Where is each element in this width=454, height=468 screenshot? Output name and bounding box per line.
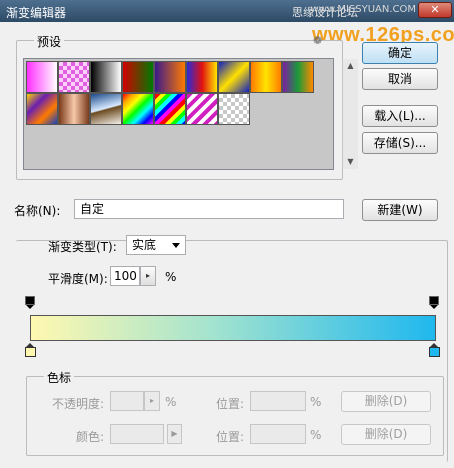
stops-label: 色标	[44, 369, 75, 386]
gradient-preview-bar[interactable]	[30, 315, 436, 341]
preset-swatch-copper[interactable]	[58, 93, 90, 125]
opacity-stepper-button[interactable]: ▸	[144, 391, 160, 411]
color-label: 颜色:	[76, 430, 105, 444]
preset-swatch-yellow-violet-orange-blue[interactable]	[26, 93, 58, 125]
preset-swatch-spectrum[interactable]	[122, 93, 154, 125]
delete-color-stop-button[interactable]: 删除(D)	[341, 424, 431, 445]
location-field[interactable]	[250, 391, 306, 411]
save-button[interactable]: 存储(S)...	[362, 132, 438, 154]
color-stop-left[interactable]	[25, 343, 36, 357]
window-title: 渐变编辑器	[6, 6, 67, 20]
smoothness-field[interactable]: 100	[110, 266, 140, 286]
preset-swatch-orange-yellow-orange[interactable]	[250, 61, 282, 93]
preset-swatch-black-white[interactable]	[90, 61, 122, 93]
preset-swatch-transparent-stripes[interactable]	[186, 93, 218, 125]
gradient-type-select[interactable]: 实底	[126, 235, 186, 255]
color-stop-right-swatch	[429, 347, 440, 357]
preset-swatch-foreground-background[interactable]	[26, 61, 58, 93]
opacity-stop-right-swatch	[429, 296, 439, 305]
new-button[interactable]: 新建(W)	[362, 199, 438, 221]
watermark-en: www.MISSYUAN.COM	[310, 4, 416, 15]
color-stop-left-swatch	[25, 347, 36, 357]
smoothness-unit: %	[165, 270, 177, 284]
preset-swatch-chrome[interactable]	[90, 93, 122, 125]
preset-swatch-blue-red-yellow[interactable]	[186, 61, 218, 93]
preset-swatch-checker-transparent[interactable]	[218, 93, 250, 125]
opacity-label: 不透明度:	[52, 397, 105, 411]
preset-swatch-foreground-transparent[interactable]	[58, 61, 90, 93]
preset-swatch-violet-orange[interactable]	[154, 61, 186, 93]
presets-menu-icon[interactable]: ❁	[313, 34, 322, 47]
close-button[interactable]: ✕	[418, 2, 452, 18]
presets-label: 预设	[34, 33, 65, 50]
opacity-stop-right-pointer	[430, 305, 438, 309]
gradient-type-value: 实底	[132, 238, 157, 252]
smoothness-label: 平滑度(M):	[48, 272, 108, 286]
cancel-button[interactable]: 取消	[362, 68, 438, 90]
color-menu-button[interactable]: ▶	[167, 424, 182, 444]
location2-label: 位置:	[216, 430, 245, 444]
preset-swatch-violet-green-orange[interactable]	[282, 61, 314, 93]
presets-list: ▲ ▼	[23, 58, 358, 170]
opacity-stop-right[interactable]	[429, 296, 439, 309]
location2-field[interactable]	[250, 424, 306, 444]
location-label: 位置:	[216, 397, 245, 411]
gradient-type-label: 渐变类型(T):	[48, 240, 117, 254]
color-swatch-field[interactable]	[110, 424, 164, 444]
opacity-unit: %	[165, 395, 177, 409]
scroll-down-icon[interactable]: ▼	[343, 155, 358, 169]
name-label: 名称(N):	[14, 204, 61, 218]
opacity-stop-left-pointer	[26, 305, 34, 309]
delete-opacity-stop-button[interactable]: 删除(D)	[341, 391, 431, 412]
presets-scrollbar[interactable]: ▲ ▼	[342, 59, 358, 169]
load-button[interactable]: 载入(L)...	[362, 105, 438, 127]
location2-unit: %	[310, 428, 322, 442]
smoothness-stepper-button[interactable]: ▸	[140, 266, 156, 286]
preset-swatch-transparent-rainbow[interactable]	[154, 93, 186, 125]
chevron-down-icon	[172, 243, 180, 248]
color-stop-right[interactable]	[429, 343, 440, 357]
location-unit: %	[310, 395, 322, 409]
title-bar: 渐变编辑器 思缘设计论坛 www.MISSYUAN.COM ✕	[0, 0, 454, 22]
opacity-stop-left[interactable]	[25, 296, 35, 309]
ok-button[interactable]: 确定	[362, 42, 438, 64]
scroll-up-icon[interactable]: ▲	[343, 59, 358, 73]
opacity-field[interactable]	[110, 391, 144, 411]
preset-swatch-red-green[interactable]	[122, 61, 154, 93]
name-field[interactable]: 自定	[74, 199, 344, 219]
preset-swatch-blue-yellow-blue[interactable]	[218, 61, 250, 93]
opacity-stop-left-swatch	[25, 296, 35, 305]
